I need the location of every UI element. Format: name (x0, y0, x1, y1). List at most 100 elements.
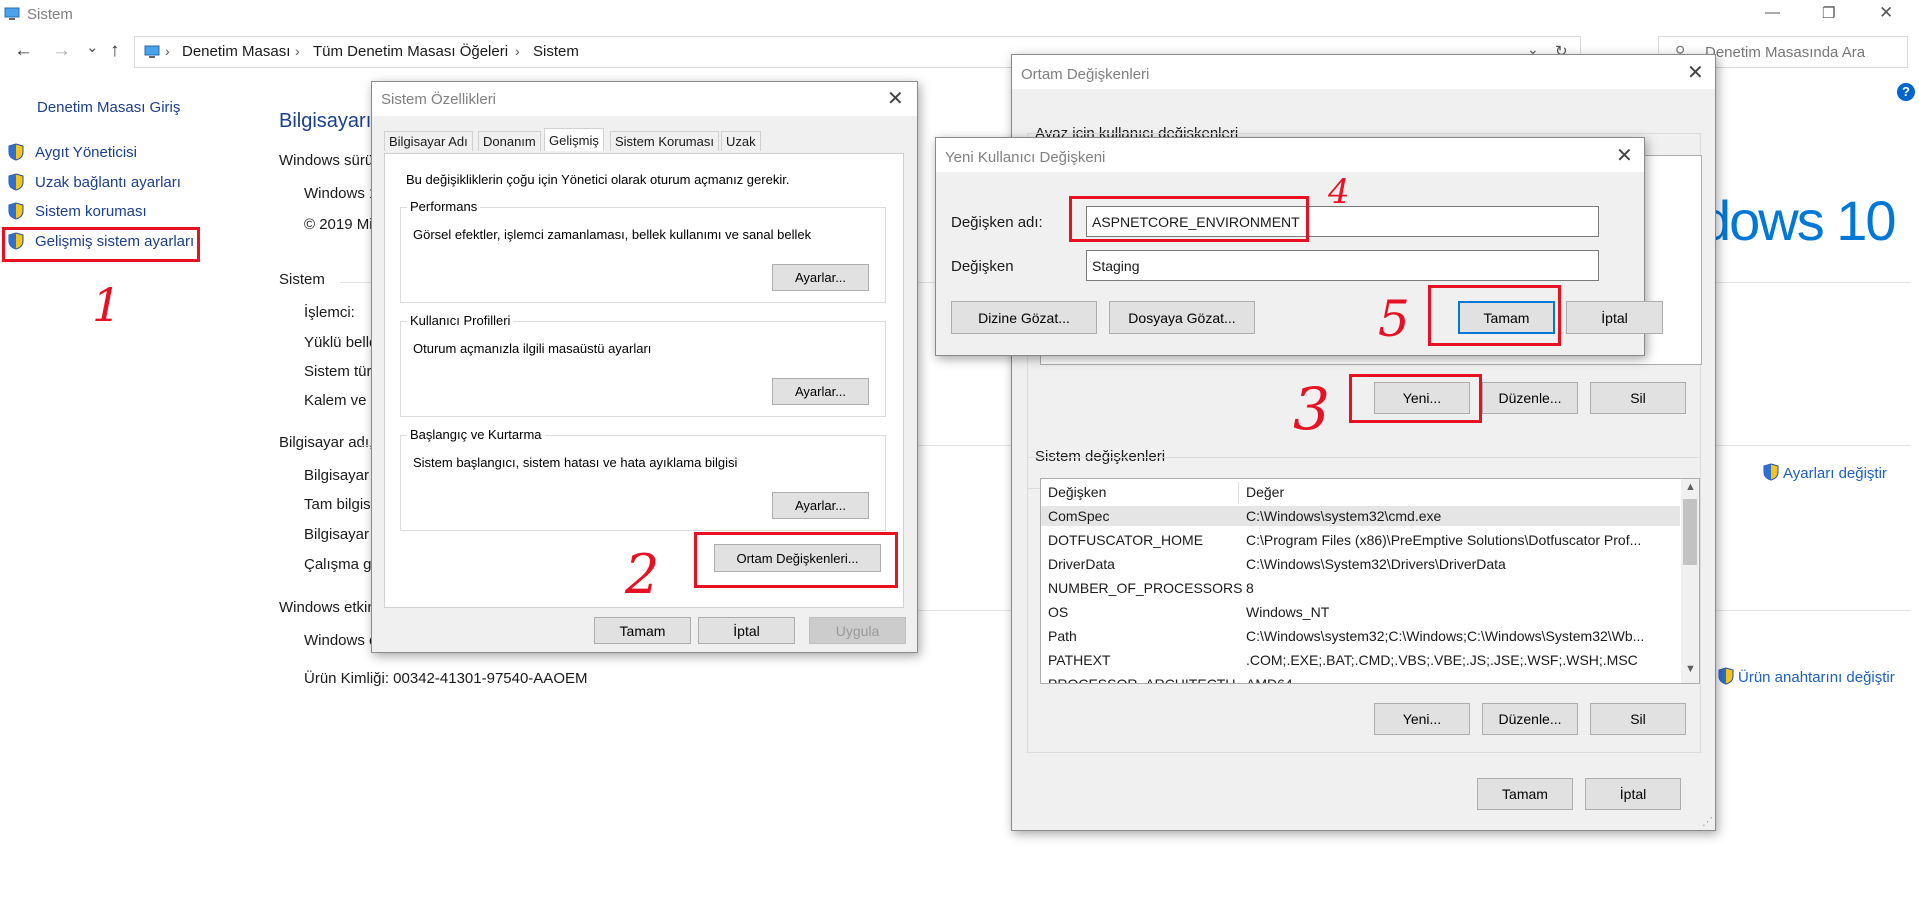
annotation-number-2: 2 (625, 543, 660, 606)
table-row[interactable]: OS Windows_NT (1041, 602, 1680, 622)
breadcrumb-item[interactable]: Tüm Denetim Masası Öğeleri (313, 43, 508, 60)
startup-label: Başlangıç ve Kurtarma (407, 427, 545, 442)
table-row[interactable]: DOTFUSCATOR_HOME C:\Program Files (x86)\… (1041, 530, 1680, 550)
table-row[interactable]: DriverData C:\Windows\System32\Drivers\D… (1041, 554, 1680, 574)
dialog-titlebar: Ortam Değişkenleri ✕ (1012, 55, 1715, 89)
control-panel-icon (143, 44, 161, 65)
profiles-settings-button[interactable]: Ayarlar... (772, 378, 869, 405)
minimize-button[interactable]: — (1765, 4, 1780, 21)
variable-value-field[interactable]: Staging (1086, 250, 1599, 281)
system-type-label: Sistem türü (304, 363, 380, 380)
tab-computer-name[interactable]: Bilgisayar Adı (384, 131, 473, 151)
performance-label: Performans (407, 199, 481, 214)
search-input[interactable]: Denetim Masasında Ara (1705, 44, 1865, 61)
cancel-button[interactable]: İptal (1566, 301, 1663, 334)
user-delete-button[interactable]: Sil (1590, 382, 1686, 414)
annotation-box-4 (1069, 196, 1309, 242)
close-icon[interactable]: ✕ (1687, 63, 1704, 83)
user-edit-button[interactable]: Düzenle... (1482, 382, 1578, 414)
scroll-up-icon[interactable]: ▲ (1685, 481, 1696, 493)
resize-grip-icon[interactable]: ⋰ (1702, 815, 1713, 828)
profiles-label: Kullanıcı Profilleri (407, 313, 514, 328)
sidebar-home-link[interactable]: Denetim Masası Giriş (37, 99, 180, 116)
shield-icon (8, 143, 24, 161)
shield-icon (8, 202, 24, 220)
sidebar-item-device-manager[interactable]: Aygıt Yöneticisi (8, 143, 208, 165)
browse-directory-button[interactable]: Dizine Gözat... (951, 301, 1097, 334)
scroll-down-icon[interactable]: ▼ (1685, 663, 1696, 675)
table-row[interactable]: NUMBER_OF_PROCESSORS 8 (1041, 578, 1680, 598)
variable-name: OS (1048, 604, 1069, 620)
column-header-value[interactable]: Değer (1246, 484, 1284, 500)
maximize-button[interactable]: ❐ (1822, 4, 1835, 22)
performance-settings-button[interactable]: Ayarlar... (772, 264, 869, 291)
table-row[interactable]: PROCESSOR_ARCHITECTU... AMD64 (1041, 674, 1680, 684)
startup-settings-button[interactable]: Ayarlar... (772, 492, 869, 519)
browse-file-button[interactable]: Dosyaya Gözat... (1109, 301, 1255, 334)
variable-value: C:\Windows\System32\Drivers\DriverData (1246, 556, 1506, 572)
sidebar-item-system-protection[interactable]: Sistem koruması (8, 202, 208, 224)
tab-system-protection[interactable]: Sistem Koruması (610, 131, 719, 151)
system-new-button[interactable]: Yeni... (1374, 703, 1470, 735)
breadcrumb-separator-icon: › (515, 43, 520, 59)
shield-icon (1718, 667, 1734, 685)
sidebar-item-remote-settings[interactable]: Uzak bağlantı ayarları (8, 173, 208, 195)
windows-edition-head: Windows sürü (279, 152, 374, 169)
cancel-button[interactable]: İptal (698, 617, 795, 644)
processor-label: İşlemci: (304, 304, 355, 321)
vertical-scrollbar[interactable]: ▲ ▼ (1681, 479, 1699, 683)
sidebar-item-label: Uzak bağlantı ayarları (35, 174, 181, 191)
shield-icon (1763, 463, 1779, 481)
forward-button[interactable]: → (52, 40, 71, 62)
system-vars-list[interactable]: Değişken Değer ComSpec C:\Windows\system… (1040, 478, 1700, 684)
full-name-label: Tam bilgis (304, 496, 371, 513)
up-button[interactable]: ↑ (110, 40, 120, 62)
sidebar-item-label: Sistem koruması (35, 203, 147, 220)
variable-name: PATHEXT (1048, 652, 1111, 668)
table-row[interactable]: ComSpec C:\Windows\system32\cmd.exe (1041, 506, 1680, 526)
apply-button[interactable]: Uygula (809, 617, 906, 644)
dialog-title: Ortam Değişkenleri (1021, 66, 1150, 83)
column-header-variable[interactable]: Değişken (1048, 484, 1106, 500)
close-icon[interactable]: ✕ (887, 89, 904, 109)
variable-name: ComSpec (1048, 508, 1110, 524)
system-delete-button[interactable]: Sil (1590, 703, 1686, 735)
cancel-button[interactable]: İptal (1585, 778, 1681, 810)
back-button[interactable]: ← (14, 40, 33, 62)
close-icon[interactable]: ✕ (1616, 146, 1633, 166)
dialog-title: Yeni Kullanıcı Değişkeni (945, 149, 1106, 166)
dialog-titlebar: Sistem Özellikleri ✕ (372, 82, 917, 116)
variable-value-label: Değişken (951, 258, 1014, 275)
close-button[interactable]: ✕ (1879, 3, 1893, 23)
scroll-thumb[interactable] (1683, 499, 1697, 565)
variable-name: DOTFUSCATOR_HOME (1048, 532, 1204, 548)
system-edit-button[interactable]: Düzenle... (1482, 703, 1578, 735)
ok-button[interactable]: Tamam (1477, 778, 1573, 810)
profiles-desc: Oturum açmanızla ilgili masaüstü ayarlar… (413, 341, 652, 356)
variable-value: C:\Program Files (x86)\PreEmptive Soluti… (1246, 532, 1642, 548)
tab-remote[interactable]: Uzak (721, 131, 761, 151)
column-divider (1238, 482, 1239, 504)
change-product-key-link[interactable]: Ürün anahtarını değiştir (1718, 667, 1918, 689)
window-titlebar: Sistem — ❐ ✕ (0, 0, 1919, 30)
annotation-box-5 (1428, 285, 1561, 346)
breadcrumb-item[interactable]: Sistem (533, 43, 579, 60)
table-row[interactable]: Path C:\Windows\system32;C:\Windows;C:\W… (1041, 626, 1680, 646)
tab-advanced[interactable]: Gelişmiş (544, 128, 604, 151)
table-row[interactable]: PATHEXT .COM;.EXE;.BAT;.CMD;.VBS;.VBE;.J… (1041, 650, 1680, 670)
annotation-number-5: 5 (1378, 290, 1410, 348)
memory-label: Yüklü belle (304, 334, 378, 351)
dialog-title: Sistem Özellikleri (381, 91, 497, 108)
breadcrumb-item[interactable]: Denetim Masası (182, 43, 290, 60)
ok-button[interactable]: Tamam (594, 617, 691, 644)
admin-note: Bu değişikliklerin çoğu için Yönetici ol… (406, 172, 790, 187)
variable-name: PROCESSOR_ARCHITECTU... (1048, 676, 1238, 684)
tab-hardware[interactable]: Donanım (478, 131, 541, 151)
pen-touch-label: Kalem ve D (304, 392, 382, 409)
recent-dropdown[interactable]: ⌄ (86, 38, 99, 56)
help-icon[interactable]: ? (1897, 83, 1915, 101)
annotation-box-2 (694, 532, 898, 588)
activation-status: Windows e (304, 632, 378, 649)
breadcrumb-separator-icon: › (295, 43, 300, 59)
change-settings-link[interactable]: Ayarları değiştir (1763, 463, 1913, 485)
